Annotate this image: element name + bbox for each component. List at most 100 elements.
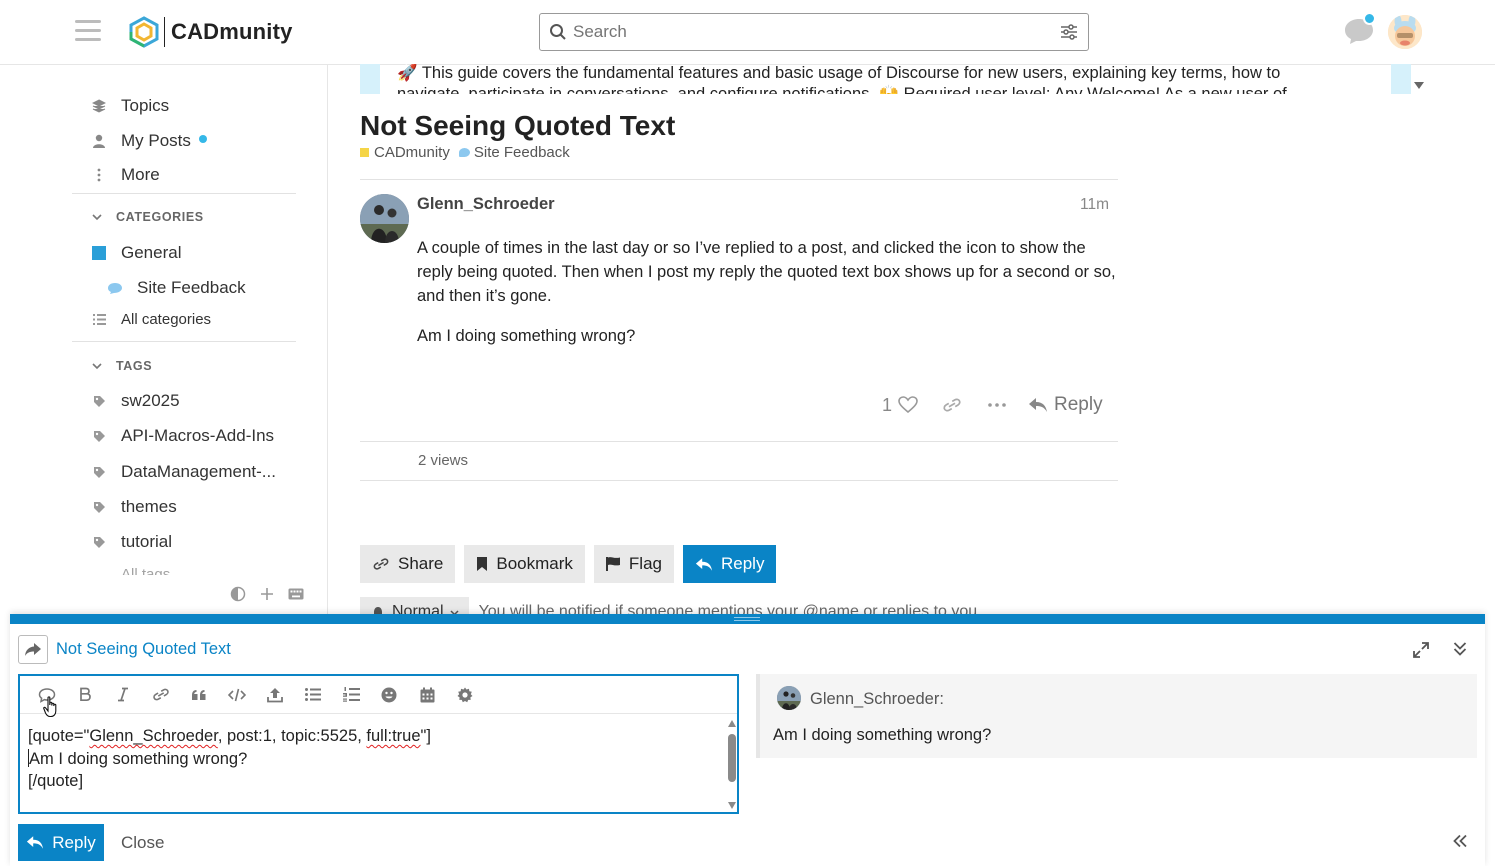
reply-composer: Not Seeing Quoted Text [quote="Glenn_Sch… (10, 614, 1485, 866)
code-button[interactable] (218, 679, 256, 711)
link-icon[interactable] (942, 398, 962, 412)
sidebar-item-site-feedback[interactable]: Site Feedback (106, 278, 246, 298)
sidebar-item-label: All tags (121, 566, 171, 575)
reply-to-topic-link[interactable]: Not Seeing Quoted Text (56, 640, 231, 659)
tag-icon (93, 466, 105, 478)
speech-bubble-icon (108, 282, 122, 294)
editor-scrollbar[interactable] (726, 718, 738, 812)
plus-icon[interactable] (260, 587, 274, 601)
sidebar-tag-item[interactable]: sw2025 (90, 391, 180, 411)
numbered-list-icon (342, 687, 360, 702)
post-actions: 1 Reply (882, 390, 1103, 420)
sidebar: Topics My Posts More CATEGORIES General … (0, 65, 328, 615)
fullscreen-icon[interactable] (1413, 642, 1429, 658)
insert-date-button[interactable] (408, 679, 446, 711)
search-filters-icon[interactable] (1060, 24, 1078, 40)
post-timestamp[interactable]: 11m (1080, 196, 1109, 214)
like-count: 1 (882, 394, 893, 415)
tag-icon (93, 395, 105, 407)
quote-author-name: Glenn_Schroeder: (810, 690, 944, 708)
hamburger-menu-icon[interactable] (75, 20, 101, 44)
topic-title: Not Seeing Quoted Text (360, 110, 676, 141)
emoji-button[interactable] (370, 679, 408, 711)
sidebar-item-all-categories[interactable]: All categories (90, 311, 211, 328)
search-box[interactable] (539, 13, 1089, 51)
reply-action-toggle[interactable] (18, 635, 48, 664)
topic-footer-buttons: Share Bookmark Flag Reply (360, 545, 777, 583)
double-chevron-down-icon[interactable] (1453, 641, 1467, 657)
topic-reply-button[interactable]: Reply (682, 545, 777, 583)
share-arrow-icon (25, 643, 41, 656)
divider (360, 179, 1118, 180)
double-chevron-left-icon[interactable] (1452, 834, 1468, 848)
sidebar-tag-item[interactable]: API-Macros-Add-Ins (90, 426, 274, 446)
sidebar-tag-item[interactable]: themes (90, 497, 177, 517)
sidebar-tag-item[interactable]: DataManagement-... (90, 462, 276, 482)
divider (360, 480, 1118, 481)
categories-section-toggle[interactable]: CATEGORIES (92, 210, 204, 224)
composer-resize-bar[interactable] (10, 614, 1485, 624)
flag-button[interactable]: Flag (593, 545, 674, 583)
post-body: A couple of times in the last day or so … (417, 236, 1117, 364)
composer-preview: Glenn_Schroeder: Am I doing something wr… (756, 674, 1477, 758)
editor-textarea[interactable]: [quote="Glenn_Schroeder, post:1, topic:5… (28, 725, 431, 793)
quote-content: Am I doing something wrong? (29, 749, 248, 768)
sidebar-item-general[interactable]: General (90, 243, 181, 263)
banner-accent (1391, 64, 1411, 94)
chat-notification-dot (1363, 12, 1376, 25)
sidebar-item-label: tutorial (121, 532, 173, 551)
chevron-down-icon (92, 362, 102, 369)
scroll-down-arrow-icon[interactable] (728, 802, 736, 809)
post-paragraph: A couple of times in the last day or so … (417, 239, 1116, 305)
post-author-avatar[interactable] (360, 194, 409, 243)
bullet-list-button[interactable] (294, 679, 332, 711)
flag-label: Flag (628, 554, 662, 573)
bold-button[interactable] (66, 679, 104, 711)
sidebar-item-topics[interactable]: Topics (90, 96, 169, 116)
sidebar-item-label: General (121, 243, 182, 262)
share-button[interactable]: Share (360, 545, 456, 583)
reply-arrow-icon (695, 557, 713, 571)
tags-section-toggle[interactable]: TAGS (92, 359, 152, 373)
vertical-ellipsis-icon (97, 168, 101, 182)
user-avatar[interactable] (1388, 15, 1422, 49)
composer-submit-reply-button[interactable]: Reply (18, 824, 104, 861)
more-options-icon[interactable] (988, 403, 1006, 407)
quote-author-avatar (777, 686, 801, 710)
notification-level-dropdown[interactable]: Normal (360, 597, 469, 615)
upload-button[interactable] (256, 679, 294, 711)
post-reply-button[interactable]: Reply (1028, 394, 1103, 416)
scrollbar-thumb[interactable] (728, 734, 736, 782)
quote-open-tag: [quote="Glenn_Schroeder, post:1, topic:5… (28, 727, 431, 745)
topic-reply-label: Reply (720, 554, 765, 573)
sidebar-footer (230, 586, 304, 602)
insert-link-button[interactable] (142, 679, 180, 711)
keyboard-icon[interactable] (288, 588, 304, 600)
sidebar-item-label: API-Macros-Add-Ins (121, 426, 275, 445)
site-logo[interactable]: CADmunity (128, 15, 293, 49)
banner-collapse-caret-icon[interactable] (1414, 82, 1424, 89)
scroll-up-arrow-icon[interactable] (728, 720, 736, 727)
heart-icon[interactable] (898, 396, 918, 414)
banner-text: 🚀 This guide covers the fundamental feat… (397, 64, 1287, 94)
sidebar-item-all-tags[interactable]: All tags (90, 566, 170, 575)
italic-button[interactable] (104, 679, 142, 711)
calendar-icon (420, 687, 434, 702)
sidebar-item-more[interactable]: More (90, 165, 160, 185)
options-button[interactable] (446, 679, 484, 711)
post-author-name[interactable]: Glenn_Schroeder (417, 195, 555, 214)
category-parent-link[interactable]: CADmunity (374, 144, 450, 161)
sidebar-item-my-posts[interactable]: My Posts (90, 131, 207, 151)
post-paragraph: Am I doing something wrong? (417, 327, 636, 345)
search-input[interactable] (573, 22, 1043, 42)
composer-close-button[interactable]: Close (121, 833, 164, 853)
theme-toggle-icon[interactable] (230, 586, 246, 602)
sidebar-tag-item[interactable]: tutorial (90, 532, 172, 552)
sidebar-item-label: sw2025 (121, 391, 180, 410)
blockquote-button[interactable] (180, 679, 218, 711)
view-count: 2 views (418, 452, 469, 469)
category-link[interactable]: Site Feedback (474, 144, 570, 161)
numbered-list-button[interactable] (332, 679, 370, 711)
bookmark-button[interactable]: Bookmark (464, 545, 585, 583)
resize-grip-icon[interactable] (734, 617, 760, 621)
